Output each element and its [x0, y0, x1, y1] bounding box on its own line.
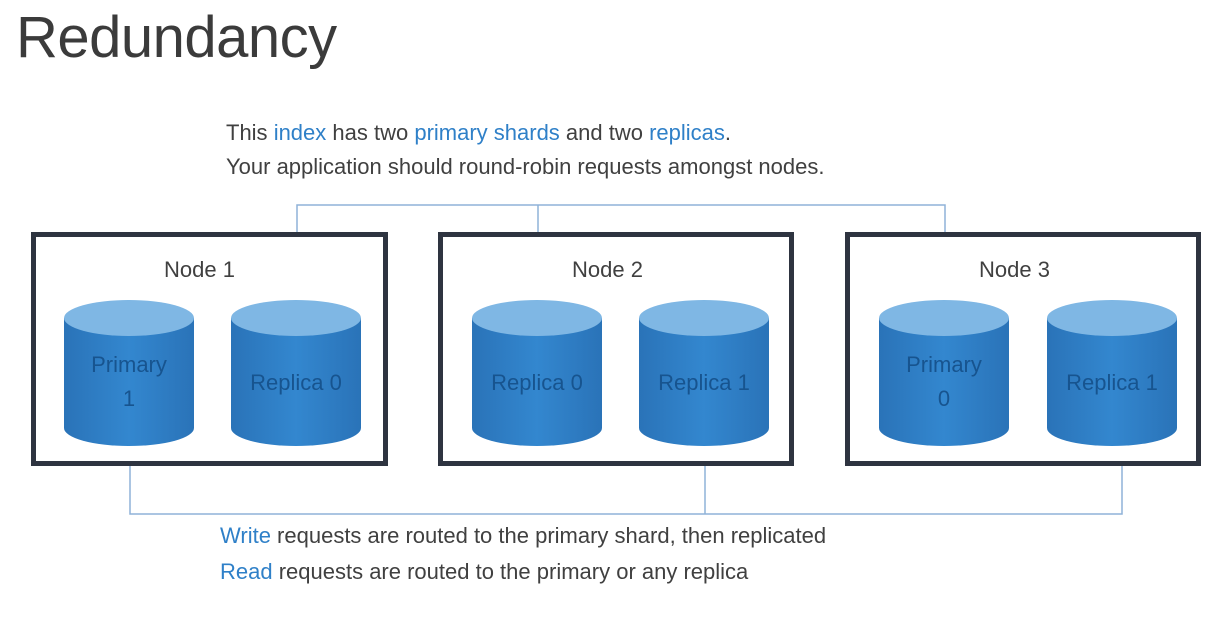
shard-label: Primary 0 — [906, 352, 982, 411]
shard-label: Replica 1 — [1066, 370, 1158, 395]
shard-replica-1: Replica 1 — [639, 300, 769, 446]
node-label: Node 2 — [572, 257, 643, 282]
shard-primary-1: Primary 1 — [64, 300, 194, 446]
node-label: Node 3 — [979, 257, 1050, 282]
shard-primary-0: Primary 0 — [879, 300, 1009, 446]
shard-replica-0: Replica 0 — [472, 300, 602, 446]
shard-label: Replica 0 — [250, 370, 342, 395]
shard-label: Replica 1 — [658, 370, 750, 395]
shard-replica-1: Replica 1 — [1047, 300, 1177, 446]
shard-replica-0: Replica 0 — [231, 300, 361, 446]
node-label: Node 1 — [164, 257, 235, 282]
write-line: Write requests are routed to the primary… — [220, 523, 827, 548]
shard-label: Replica 0 — [491, 370, 583, 395]
shard-label: Primary 1 — [91, 352, 167, 411]
write-term: Write — [220, 523, 271, 548]
read-term: Read — [220, 559, 273, 584]
footer-text: Write requests are routed to the primary… — [220, 518, 826, 590]
read-line: Read requests are routed to the primary … — [220, 559, 749, 584]
